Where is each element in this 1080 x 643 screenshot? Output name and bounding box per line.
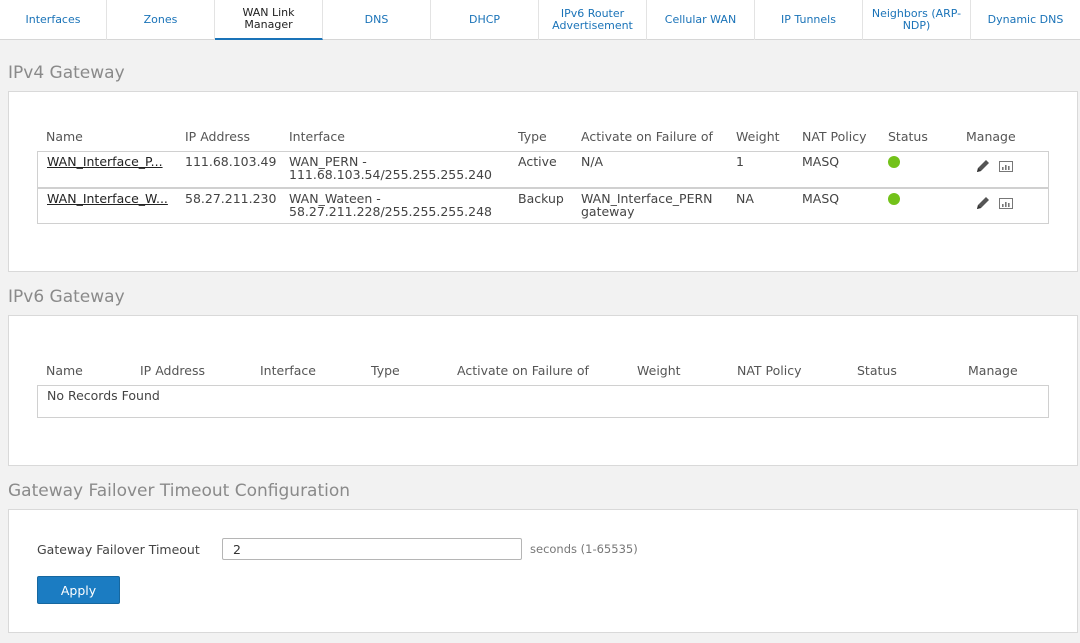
tab-bar: Interfaces Zones WAN Link Manager DNS DH… (0, 0, 1080, 40)
ipv6-header-interface: Interface (260, 363, 316, 378)
ipv4-header-ip: IP Address (185, 129, 250, 144)
tab-zones[interactable]: Zones (107, 0, 215, 40)
ipv6-header-manage: Manage (968, 363, 1018, 378)
ipv4-section-title: IPv4 Gateway (8, 63, 125, 83)
ipv6-header-weight: Weight (637, 363, 681, 378)
ipv6-section-title: IPv6 Gateway (8, 287, 125, 307)
tab-ip-tunnels[interactable]: IP Tunnels (755, 0, 863, 40)
tab-dhcp[interactable]: DHCP (431, 0, 539, 40)
status-dot (888, 193, 900, 205)
ipv6-header-ip: IP Address (140, 363, 205, 378)
gateway-type: Active (518, 154, 557, 169)
tab-interfaces[interactable]: Interfaces (0, 0, 107, 40)
gateway-weight: NA (736, 191, 754, 206)
tab-dns[interactable]: DNS (323, 0, 431, 40)
gateway-ip: 58.27.211.230 (185, 191, 277, 206)
ipv4-header-status: Status (888, 129, 928, 144)
gateway-interface-line2: 111.68.103.54/255.255.255.240 (289, 167, 493, 182)
failover-timeout-hint: seconds (1-65535) (530, 542, 638, 556)
failover-timeout-label: Gateway Failover Timeout (37, 542, 200, 557)
chart-icon[interactable] (998, 195, 1014, 211)
gateway-interface-line2: 58.27.211.228/255.255.255.248 (289, 204, 493, 219)
gateway-nat: MASQ (802, 154, 840, 169)
ipv6-header-name: Name (46, 363, 83, 378)
table-row: WAN_Interface_P... 111.68.103.49 WAN_PER… (37, 151, 1049, 188)
ipv6-header-nat: NAT Policy (737, 363, 802, 378)
ipv4-header-manage: Manage (966, 129, 1016, 144)
no-records-text: No Records Found (47, 388, 160, 403)
tab-cellular-wan[interactable]: Cellular WAN (647, 0, 755, 40)
tab-neighbors[interactable]: Neighbors (ARP-NDP) (863, 0, 971, 40)
ipv4-header-type: Type (518, 129, 547, 144)
ipv4-panel: Name IP Address Interface Type Activate … (8, 91, 1078, 272)
tab-ipv6-router-advertisement[interactable]: IPv6 Router Advertisement (539, 0, 647, 40)
ipv4-header-name: Name (46, 129, 83, 144)
ipv4-header-failure: Activate on Failure of (581, 129, 713, 144)
table-row: WAN_Interface_W... 58.27.211.230 WAN_Wat… (37, 188, 1049, 224)
ipv4-header-interface: Interface (289, 129, 345, 144)
gateway-nat: MASQ (802, 191, 840, 206)
ipv6-header-failure: Activate on Failure of (457, 363, 589, 378)
apply-button[interactable]: Apply (37, 576, 120, 604)
failover-section-title: Gateway Failover Timeout Configuration (8, 481, 351, 501)
gateway-name-link[interactable]: WAN_Interface_W... (47, 192, 168, 206)
ipv4-header-weight: Weight (736, 129, 780, 144)
tab-dynamic-dns[interactable]: Dynamic DNS (971, 0, 1080, 40)
gateway-type: Backup (518, 191, 564, 206)
failover-panel: Gateway Failover Timeout seconds (1-6553… (8, 509, 1078, 633)
chart-icon[interactable] (998, 158, 1014, 174)
pencil-icon[interactable] (975, 195, 991, 211)
gateway-name-link[interactable]: WAN_Interface_P... (47, 155, 163, 169)
status-dot (888, 156, 900, 168)
ipv6-header-type: Type (371, 363, 400, 378)
ipv6-header-status: Status (857, 363, 897, 378)
tab-wan-link-manager[interactable]: WAN Link Manager (215, 0, 323, 40)
gateway-weight: 1 (736, 154, 744, 169)
ipv6-panel: Name IP Address Interface Type Activate … (8, 315, 1078, 466)
gateway-failure-line2: gateway (581, 204, 635, 219)
gateway-ip: 111.68.103.49 (185, 154, 277, 169)
gateway-failure: N/A (581, 154, 604, 169)
ipv4-header-nat: NAT Policy (802, 129, 867, 144)
pencil-icon[interactable] (975, 158, 991, 174)
empty-row: No Records Found (37, 385, 1049, 418)
failover-timeout-input[interactable] (222, 538, 522, 560)
